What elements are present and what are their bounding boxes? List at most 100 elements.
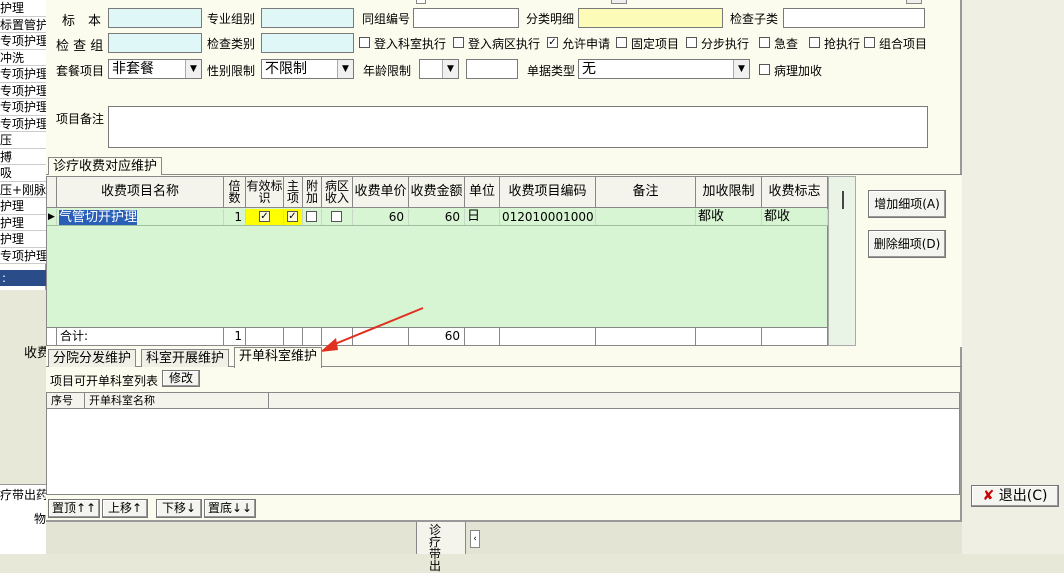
age-value-field[interactable] [466,59,518,79]
list-item[interactable]: 护理 [0,231,46,248]
sub-type-field[interactable] [783,8,925,28]
step-exec-checkbox[interactable] [686,37,697,48]
fixed-item-label: 固定项目 [631,37,680,51]
list-item[interactable]: 专项护理 [0,33,46,50]
exam-group-field[interactable] [108,33,202,53]
col-amount[interactable]: 收费金额 [409,177,465,207]
fixed-item-checkbox[interactable] [616,37,627,48]
urgent-checkbox[interactable] [759,37,770,48]
category-field[interactable] [578,8,723,28]
ward-exec-label: 登入病区执行 [468,37,541,51]
package-select[interactable]: 非套餐 ▼ [108,59,202,79]
col-code[interactable]: 收费项目编码 [500,177,596,207]
tab-branch-dist[interactable]: 分院分发维护 [48,349,137,367]
list-item[interactable]: 压+刚脉 [0,181,46,198]
move-up-button[interactable]: 上移↑ [102,499,148,518]
mult-cell[interactable]: 1 [224,209,246,225]
exit-button[interactable]: ✘ 退出(C) [971,485,1059,507]
list-item[interactable]: 护理 [0,0,46,17]
list-item[interactable]: 压 [0,132,46,149]
list-item[interactable]: 标置管护 [0,16,46,33]
bottom-strip: 诊疗带出 ‹ [46,522,962,572]
col-remark[interactable]: 备注 [596,177,696,207]
valid-cell[interactable]: ✓ [246,209,284,225]
age-unit-select[interactable]: ▼ [419,59,459,79]
col-dept-name[interactable]: 开单科室名称 [89,393,269,408]
chevron-down-icon[interactable]: ▼ [185,60,201,78]
table-row[interactable]: ▶ 气管切开护理 1 ✓ ✓ 60 60 日 012010001000 都收 都… [47,209,829,226]
list-item[interactable]: 专项护理 [0,115,46,132]
move-bottom-button[interactable]: 置底↓↓ [204,499,256,518]
patho-surcharge-checkbox[interactable] [759,64,770,75]
col-name[interactable]: 收费项目名称 [57,177,224,207]
gender-select[interactable]: 不限制 ▼ [261,59,354,79]
col-valid[interactable]: 有效标识 [246,177,284,207]
move-top-button[interactable]: 置顶↑↑ [48,499,100,518]
chevron-down-icon[interactable]: ▼ [442,60,458,78]
list-item[interactable]: 护理 [0,214,46,231]
main-checkbox[interactable]: ✓ [287,211,298,222]
tab-dept-open[interactable]: 科室开展维护 [141,349,230,367]
col-ward-income[interactable]: 病区收入 [322,177,353,207]
group-no-field[interactable] [413,8,519,28]
col-flag[interactable]: 收费标志 [762,177,828,207]
exam-type-field[interactable] [261,33,354,53]
fee-grid-scrollbar[interactable] [828,176,856,346]
col-extra[interactable]: 附加 [303,177,322,207]
code-cell[interactable]: 012010001000 [500,209,596,225]
flag-cell[interactable]: 都收 [762,209,828,225]
doc-type-select[interactable]: 无 ▼ [578,59,750,79]
list-item[interactable]: 专项护理 [0,99,46,116]
list-item[interactable]: 冲洗 [0,49,46,66]
chevron-down-icon[interactable]: ▼ [337,60,353,78]
amount-cell[interactable]: 60 [409,209,465,225]
col-main[interactable]: 主项 [284,177,303,207]
extra-cell[interactable] [303,209,322,225]
taskbar-text: 诊疗带出 [429,523,442,573]
row-indicator-icon[interactable]: ▶ [47,209,57,225]
ward-exec-checkbox[interactable] [453,37,464,48]
list-item[interactable]: 吸 [0,165,46,182]
tab-fee-mapping[interactable]: 诊疗收费对应维护 [48,157,163,175]
col-unit[interactable]: 单位 [465,177,500,207]
exam-type-label: 检查类别 [207,37,256,51]
unit-cell[interactable]: 日 [465,209,500,225]
rescue-exec-checkbox[interactable] [809,37,820,48]
fee-name-cell[interactable]: 气管切开护理 [59,210,138,225]
ward-income-cell[interactable] [322,209,353,225]
main-cell[interactable]: ✓ [284,209,303,225]
list-item[interactable]: 专项护理 [0,66,46,83]
limit-cell[interactable]: 都收 [696,209,762,225]
move-down-button[interactable]: 下移↓ [156,499,202,518]
col-price[interactable]: 收费单价 [353,177,409,207]
note-textarea[interactable] [108,106,928,148]
list-item[interactable]: 专项护理 [0,247,46,264]
col-mult[interactable]: 倍数 [224,177,246,207]
list-item[interactable]: 护理 [0,198,46,215]
modify-button[interactable]: 修改 [162,370,200,387]
collapse-icon[interactable]: ‹ [470,530,480,548]
rescue-exec-label: 抢执行 [824,37,861,51]
package-label: 套餐项目 [56,64,105,78]
ward-income-checkbox[interactable] [331,211,342,222]
total-row: 合计: 1 60 [47,327,829,345]
allow-apply-checkbox[interactable]: ✓ [547,37,558,48]
lab-exec-checkbox[interactable] [359,37,370,48]
list-item[interactable]: 搏 [0,148,46,165]
valid-checkbox[interactable]: ✓ [259,211,270,222]
specialty-field[interactable] [261,8,354,28]
step-exec-label: 分步执行 [701,37,750,51]
list-item[interactable]: 专项护理 [0,82,46,99]
price-cell[interactable]: 60 [353,209,409,225]
tab-order-dept[interactable]: 开单科室维护 [234,347,323,368]
chevron-down-icon[interactable]: ▼ [733,60,749,78]
add-item-button[interactable]: 增加细项(A) [868,190,946,218]
col-limit[interactable]: 加收限制 [696,177,762,207]
combo-item-checkbox[interactable] [864,37,875,48]
specimen-field[interactable] [108,8,202,28]
remark-cell[interactable] [596,209,696,225]
col-seq[interactable]: 序号 [51,393,85,408]
extra-checkbox[interactable] [306,211,317,222]
sub-type-label: 检查子类 [730,12,779,26]
delete-item-button[interactable]: 删除细项(D) [868,230,946,258]
